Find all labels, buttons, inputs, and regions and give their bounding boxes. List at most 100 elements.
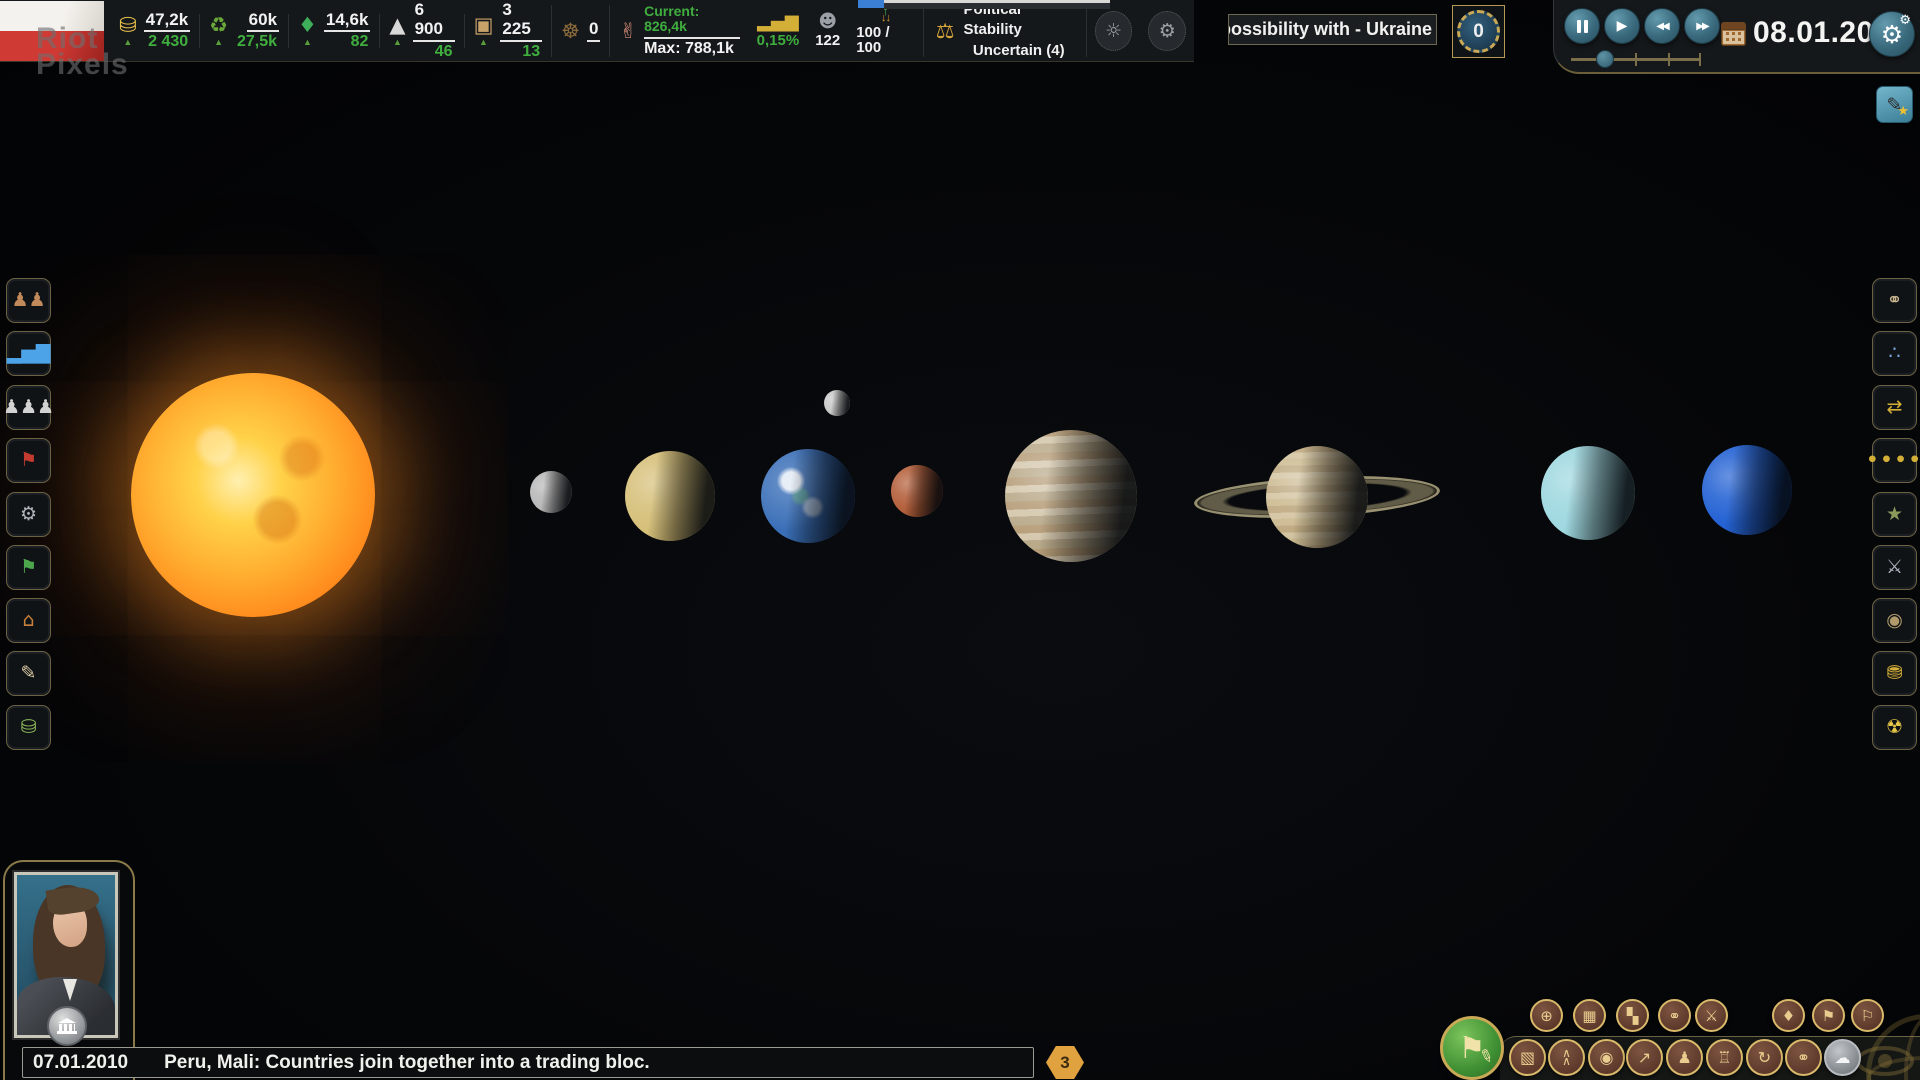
fast-forward-icon: ▶▶ [1696,21,1707,32]
overlay-relations-button[interactable]: ↻ [1746,1039,1783,1076]
sidebar-intelligence-button[interactable]: ◉ [1872,598,1917,643]
chart-bars-icon: ▂▄▆ [757,13,799,31]
settings-button[interactable]: ⚙ [1869,11,1915,57]
map-paint-mode-button[interactable]: ⚑ ✎ [1440,1016,1504,1080]
sidebar-laws-button[interactable]: ✎ [6,651,51,696]
overlay-technology-button[interactable]: ▦ [1573,999,1606,1032]
saturn [1266,446,1368,548]
sidebar-missions-button[interactable]: ⚑ [6,438,51,483]
overlay-puzzle-button[interactable]: ▚ [1616,999,1649,1032]
economy-chart-icon: ↗ [1638,1048,1651,1067]
minerals-value: 6 900 [413,0,455,42]
top-resource-bar: ⛁ ▲ 47,2k 2 430 ♻ ▲ 60k 27,5k ♦ ▲ 14,6k … [0,0,1194,62]
objectives-quick-button[interactable]: ✎ ★ [1876,86,1913,123]
sidebar-more-options-button[interactable]: •••• [1872,438,1917,483]
overlay-economy-button[interactable]: ↗ [1626,1039,1663,1076]
resource-goods[interactable]: ▣ ▲ 3 225 13 [465,0,552,61]
flag-white-stripe [0,1,104,31]
resource-recycling[interactable]: ♻ ▲ 60k 27,5k [200,0,288,61]
sidebar-statistics-button[interactable]: ▂▅▇ [6,331,51,376]
military-soldier-icon: ★ [1886,505,1903,524]
calendar-icon [1721,22,1746,46]
sidebar-lobbying-button[interactable]: ⛃ [1872,651,1917,696]
deals-handshake-icon: ⚭ [1797,1048,1810,1067]
slider-knob[interactable] [1596,50,1614,68]
notification-counter-value: 0 [1457,10,1500,53]
sidebar-research-button[interactable]: ⚙ [6,492,51,537]
territory-flag-icon: ⚐ [1861,1007,1874,1025]
overlay-ranks-button[interactable]: ∧∧ [1548,1039,1585,1076]
goods-value: 3 225 [500,0,542,42]
game-speed-slider[interactable] [1571,58,1701,61]
sidebar-demographics-button[interactable]: ♟♟♟ [6,385,51,430]
map-icon: ▧ [1520,1048,1535,1067]
overlay-resources-button[interactable]: ♦ [1772,999,1805,1032]
population-max: Max: 788,1k [644,39,734,58]
notification-counter-badge[interactable]: 0 [1452,5,1505,58]
rewind-button[interactable]: ◀◀ [1644,8,1680,44]
coins-icon: ⛁ [119,15,137,36]
sidebar-trade-button[interactable]: ⇄ [1872,385,1917,430]
mercury [530,471,572,513]
notification-ticker[interactable]: r possibility with - Ukraine [1228,14,1437,45]
fast-forward-button[interactable]: ▶▶ [1684,8,1720,44]
resource-navy[interactable]: ☸ 0 [552,0,609,61]
sidebar-diplomacy-button[interactable]: ⚭ [1872,278,1917,323]
resource-minerals[interactable]: ▲ ▲ 6 900 46 [380,0,463,61]
prestige-flag-laurel-icon: ⚑ [20,558,37,577]
puzzle-icon: ▚ [1627,1007,1639,1025]
overlay-military-button[interactable]: ⚔ [1695,999,1728,1032]
sidebar-ministers-button[interactable]: ♟♟ [6,278,51,323]
idea-bulb-gear-button[interactable]: ⚙ [1148,11,1186,51]
bulb-icon: ☼ [1105,20,1122,42]
sidebar-nuclear-button[interactable]: ☢ [1872,705,1917,750]
sidebar-organizations-button[interactable]: ∴ [1872,331,1917,376]
overlay-map-button[interactable]: ▧ [1509,1039,1546,1076]
overlay-globe-button[interactable]: ⊕ [1530,999,1563,1032]
population-stat[interactable]: ✌ Current: 826,4k Max: 788,1k [610,0,748,61]
overlay-claims-button[interactable]: ⚑ [1812,999,1845,1032]
treasury-value: 47,2k [144,10,191,33]
mineral-icon: ▲ [389,15,405,36]
trend-up-icon: ▲ [393,38,402,47]
research-value: 122 [815,33,840,48]
pause-icon [1584,20,1588,33]
population-icon: ♟ [1677,1048,1691,1067]
goods-delta: 13 [520,42,542,61]
overlay-surveillance-button[interactable]: ◉ [1588,1039,1625,1076]
political-stability[interactable]: ⚖ Political Stability Uncertain (4) [924,0,1086,61]
overlay-population-button[interactable]: ♟ [1666,1039,1703,1076]
overlay-alliance-button[interactable]: ⚭ [1658,999,1691,1032]
overlay-weather-button[interactable]: ☁ [1824,1039,1861,1076]
statistics-icon: ▂▅▇ [7,344,51,363]
overlay-territory-button[interactable]: ⚐ [1851,999,1884,1032]
growth-stat[interactable]: ▂▄▆ 0,15% [749,13,808,48]
poland-flag-button[interactable] [0,1,104,61]
government-badge-button[interactable] [47,1006,87,1046]
relations-cycle-icon: ↻ [1758,1048,1771,1067]
news-text: Peru, Mali: Countries join together into… [164,1052,650,1074]
resource-energy[interactable]: ♦ ▲ 14,6k 82 [289,0,379,61]
sidebar-budget-button[interactable]: ⛁ [6,705,51,750]
technology-chip-icon: ▦ [1582,1007,1596,1025]
research-stat[interactable]: ☻ 122 [807,13,848,48]
play-button[interactable]: ▶ [1604,8,1640,44]
sidebar-war-button[interactable]: ⚔ [1872,545,1917,590]
ministers-icon: ♟♟ [11,291,45,310]
news-ticker[interactable]: 07.01.2010 Peru, Mali: Countries join to… [22,1047,1034,1078]
government-building-icon: ♖ [1717,1048,1731,1067]
treasury-delta: 2 430 [146,32,190,51]
idea-bulb-button[interactable]: ☼ [1095,11,1133,51]
sidebar-military-button[interactable]: ★ [1872,492,1917,537]
surveillance-eye-icon: ◉ [1600,1048,1614,1067]
overlay-deals-button[interactable]: ⚭ [1785,1039,1822,1076]
sidebar-prestige-button[interactable]: ⚑ [6,545,51,590]
intelligence-spy-icon: ◉ [1886,611,1903,630]
overlay-government-button[interactable]: ♖ [1706,1039,1743,1076]
budget-building-icon: ⛁ [21,718,37,737]
trade-coins-icon: ⇄ [1887,398,1903,417]
sidebar-construction-button[interactable]: ⌂ [6,598,51,643]
pause-button[interactable] [1564,8,1600,44]
approval-stat[interactable]: ↑ ↓↓ 100 / 100 [848,6,922,55]
resource-treasury[interactable]: ⛁ ▲ 47,2k 2 430 [110,0,199,61]
